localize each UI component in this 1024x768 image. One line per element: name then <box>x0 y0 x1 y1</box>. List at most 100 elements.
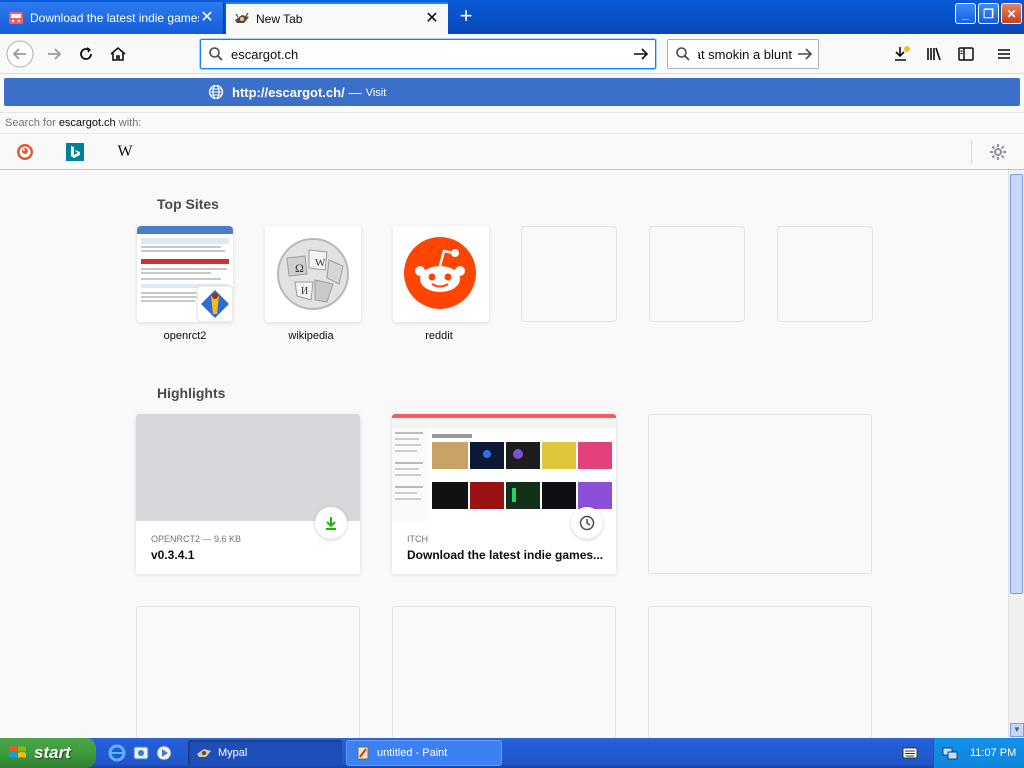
home-button[interactable] <box>104 40 132 68</box>
highlights-title: Highlights <box>157 385 226 401</box>
tab-itch[interactable]: Download the latest indie games ✕ <box>0 2 224 34</box>
restore-button[interactable]: ❐ <box>978 3 999 24</box>
search-field[interactable]: hat smokin a blunt <box>698 47 792 62</box>
downloads-button[interactable] <box>888 40 916 68</box>
one-off-search-engines: W <box>0 136 1024 168</box>
suggestion-url: http://escargot.ch/ <box>232 84 345 100</box>
system-tray: 11:07 PM <box>933 738 1024 768</box>
reddit-icon <box>393 226 489 322</box>
openrct2-screenshot-thumbnail <box>137 226 233 322</box>
tab-new-tab[interactable]: New Tab ✕ <box>226 2 448 34</box>
engine-bing[interactable] <box>50 136 100 168</box>
media-player-icon[interactable] <box>155 744 173 762</box>
top-site-empty[interactable] <box>521 226 617 322</box>
top-site-empty[interactable] <box>649 226 745 322</box>
task-label: untitled - Paint <box>377 747 448 759</box>
mypal-icon <box>197 749 211 757</box>
menu-button[interactable] <box>990 40 1018 68</box>
taskbar-button-mypal[interactable]: Mypal <box>188 740 342 766</box>
clock-icon <box>571 507 603 539</box>
reload-button[interactable] <box>72 40 100 68</box>
download-icon <box>895 46 910 61</box>
top-site-label: reddit <box>425 330 453 342</box>
search-for-term: escargot.ch <box>58 117 116 129</box>
new-tab-button[interactable]: + <box>452 4 480 30</box>
internet-explorer-icon[interactable] <box>108 744 126 762</box>
outlook-express-icon[interactable] <box>132 744 150 762</box>
hamburger-icon <box>998 49 1010 59</box>
engine-wikipedia[interactable]: W <box>100 136 150 168</box>
wikipedia-icon: W <box>117 143 133 160</box>
close-tab-icon[interactable]: ✕ <box>424 11 440 27</box>
sidebar-icon <box>958 47 974 61</box>
navigation-toolbar: hat smokin a blunt <box>0 34 1024 74</box>
url-input[interactable] <box>231 46 627 62</box>
divider <box>971 140 972 164</box>
close-window-button[interactable]: ✕ <box>1001 3 1022 24</box>
top-site-label: openrct2 <box>163 330 207 342</box>
start-label: start <box>34 743 71 762</box>
keyboard-icon[interactable] <box>902 746 918 760</box>
top-site-wikipedia[interactable]: Ω W И <box>265 226 361 322</box>
paint-icon <box>357 746 369 760</box>
back-icon <box>6 40 34 68</box>
vertical-scrollbar[interactable]: ▼ <box>1008 170 1024 738</box>
search-for-label: Search for escargot.ch with: <box>0 112 1024 134</box>
itch-screenshot-thumbnail <box>392 414 616 521</box>
wikipedia-globe-icon: Ω W И <box>265 226 361 322</box>
back-button[interactable] <box>6 40 34 68</box>
highlight-card-download[interactable]: OPENRCT2 — 9.6 KB v0.3.4.1 <box>136 414 360 574</box>
start-button[interactable]: start <box>0 738 96 768</box>
taskbar-button-paint[interactable]: untitled - Paint <box>346 740 502 766</box>
window-controls: _ ❐ ✕ <box>955 3 1022 24</box>
top-site-empty[interactable] <box>777 226 873 322</box>
card-title: Download the latest indie games... <box>407 548 604 562</box>
search-for-prefix: Search for <box>5 117 56 129</box>
highlight-card-empty <box>392 606 616 738</box>
top-site-label: wikipedia <box>288 330 334 342</box>
search-settings-button[interactable] <box>986 142 1010 162</box>
url-suggestions-popup: http://escargot.ch/ — Visit Search for e… <box>0 74 1024 170</box>
mypal-favicon-icon <box>235 12 249 23</box>
highlight-card-itch[interactable]: ITCH Download the latest indie games... <box>392 414 616 574</box>
url-bar[interactable] <box>200 39 656 69</box>
card-context: OPENRCT2 — 9.6 KB <box>151 534 242 544</box>
bing-icon <box>66 143 84 161</box>
scrollbar-thumb[interactable] <box>1010 174 1023 594</box>
download-icon <box>315 507 347 539</box>
search-icon <box>201 46 231 62</box>
reload-icon <box>80 47 92 60</box>
search-icon <box>668 46 698 62</box>
highlight-card-empty <box>648 606 872 738</box>
task-label: Mypal <box>218 747 248 759</box>
scroll-down-icon[interactable]: ▼ <box>1010 723 1024 737</box>
sidebar-button[interactable] <box>952 40 980 68</box>
suggestion-action: Visit <box>365 87 387 99</box>
network-icon[interactable] <box>942 745 958 761</box>
arrow-right-icon[interactable] <box>792 45 818 63</box>
itch-favicon-icon <box>9 12 23 24</box>
card-title: v0.3.4.1 <box>151 548 195 562</box>
windows-flag-icon <box>9 746 26 758</box>
minimize-button[interactable]: _ <box>955 3 976 24</box>
globe-icon <box>208 84 224 100</box>
tab-strip: Download the latest indie games ✕ New Ta… <box>0 0 1024 34</box>
svg-text:Ω: Ω <box>295 261 304 275</box>
suggestion-separator: — <box>348 84 362 100</box>
engine-duckduckgo[interactable] <box>0 136 50 168</box>
top-site-reddit[interactable] <box>393 226 489 322</box>
search-bar[interactable]: hat smokin a blunt <box>667 39 819 69</box>
highlight-card-empty <box>136 606 360 738</box>
close-tab-icon[interactable]: ✕ <box>199 10 215 26</box>
top-site-openrct2[interactable] <box>137 226 233 322</box>
forward-button[interactable] <box>40 40 68 68</box>
search-for-suffix: with: <box>118 117 142 129</box>
forward-icon <box>48 48 62 60</box>
library-button[interactable] <box>920 40 948 68</box>
arrow-right-icon[interactable] <box>627 45 655 63</box>
svg-text:W: W <box>315 257 326 269</box>
highlight-card-empty <box>648 414 872 574</box>
clock: 11:07 PM <box>970 747 1017 759</box>
top-sites-title: Top Sites <box>157 196 219 212</box>
visit-suggestion[interactable]: http://escargot.ch/ — Visit <box>4 78 1020 106</box>
